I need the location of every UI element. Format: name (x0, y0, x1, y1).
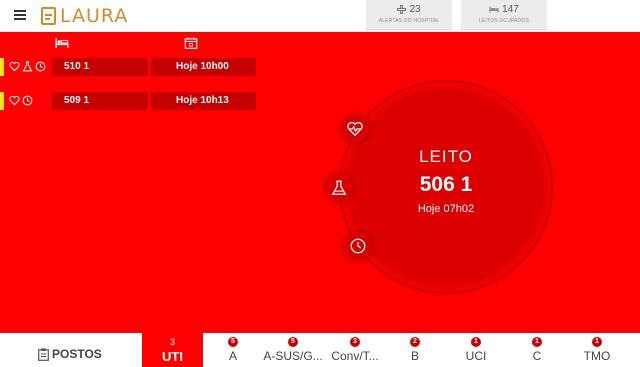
logo-mark-icon (41, 7, 56, 25)
postos-button[interactable]: POSTOS (38, 347, 102, 361)
patient-row[interactable]: 510 1 Hoje 10h00 (0, 58, 256, 76)
flask-icon (22, 61, 33, 72)
bottom-tab-bar: POSTOS 3 UTI 5 A 5 A-SUS/G... 3 Conv/T..… (0, 333, 640, 367)
vital-signs-button[interactable] (341, 115, 369, 143)
tab-label: TMO (583, 349, 611, 363)
tab-tmo[interactable]: 1 TMO (577, 333, 617, 367)
app-logo: LAURA (41, 5, 128, 27)
tab-count-badge: 5 (288, 337, 298, 347)
detail-bed-number: 506 1 (419, 173, 473, 196)
tab-label: A (228, 349, 237, 363)
hamburger-menu-icon[interactable] (14, 10, 26, 20)
tab-count-badge: 1 (532, 337, 542, 347)
history-button[interactable] (344, 232, 372, 260)
tab-count-badge: 2 (410, 337, 420, 347)
alerts-count: 23 (409, 3, 421, 15)
admission-time: Hoje 10h00 (151, 58, 256, 76)
beds-label: LEITOS OCUPADOS (478, 18, 530, 24)
tab-label: A-SUS/G... (263, 349, 323, 363)
alert-marker (0, 58, 4, 76)
tab-a-sus[interactable]: 5 A-SUS/G... (258, 333, 328, 367)
tab-c[interactable]: 1 C (517, 333, 557, 367)
alert-marker (0, 92, 4, 110)
logo-text: LAURA (60, 5, 129, 27)
tab-count-badge: 3 (350, 337, 360, 347)
bed-icon (489, 6, 499, 12)
heart-pulse-icon (347, 122, 363, 137)
hospital-alerts-card[interactable]: 23 ALERTAS DO HOSPITAL (366, 0, 452, 30)
tab-uti[interactable]: 3 UTI (142, 333, 203, 367)
tab-count-badge: 3 (169, 337, 175, 347)
bed-number: 509 1 (52, 92, 148, 110)
heart-icon (9, 62, 20, 72)
tab-label: UCI (465, 349, 487, 363)
tab-label: UTI (162, 349, 183, 364)
heart-icon (9, 96, 20, 106)
calendar-column-icon (184, 37, 198, 49)
tab-a[interactable]: 5 A (213, 333, 253, 367)
clock-icon (350, 238, 366, 254)
bed-number: 510 1 (52, 58, 148, 76)
hospital-cross-icon (397, 4, 407, 14)
patient-row[interactable]: 509 1 Hoje 10h13 (0, 92, 256, 110)
clock-icon (22, 95, 33, 106)
admission-time: Hoje 10h13 (151, 92, 256, 110)
tab-uci[interactable]: 1 UCI (456, 333, 496, 367)
tab-label: B (410, 349, 419, 363)
tab-conv[interactable]: 3 Conv/T... (320, 333, 390, 367)
detail-time: Hoje 07h02 (417, 203, 475, 215)
tab-count-badge: 5 (228, 337, 238, 347)
bed-column-icon (55, 38, 69, 48)
tab-count-badge: 1 (592, 337, 602, 347)
tab-label: C (532, 349, 542, 363)
clock-icon (35, 61, 46, 72)
tab-label: Conv/T... (331, 349, 379, 363)
beds-count: 147 (502, 3, 519, 15)
occupied-beds-card[interactable]: 147 LEITOS OCUPADOS (461, 0, 547, 30)
tab-count-badge: 1 (471, 337, 481, 347)
postos-label: POSTOS (52, 347, 102, 361)
top-bar: LAURA 23 ALERTAS DO HOSPITAL 147 LEITOS … (0, 0, 640, 32)
lab-results-button[interactable] (325, 174, 353, 202)
clipboard-icon (38, 347, 49, 361)
detail-title: LEITO (419, 147, 473, 166)
alerts-label: ALERTAS DO HOSPITAL (378, 18, 440, 24)
tab-b[interactable]: 2 B (395, 333, 435, 367)
flask-icon (331, 180, 347, 195)
